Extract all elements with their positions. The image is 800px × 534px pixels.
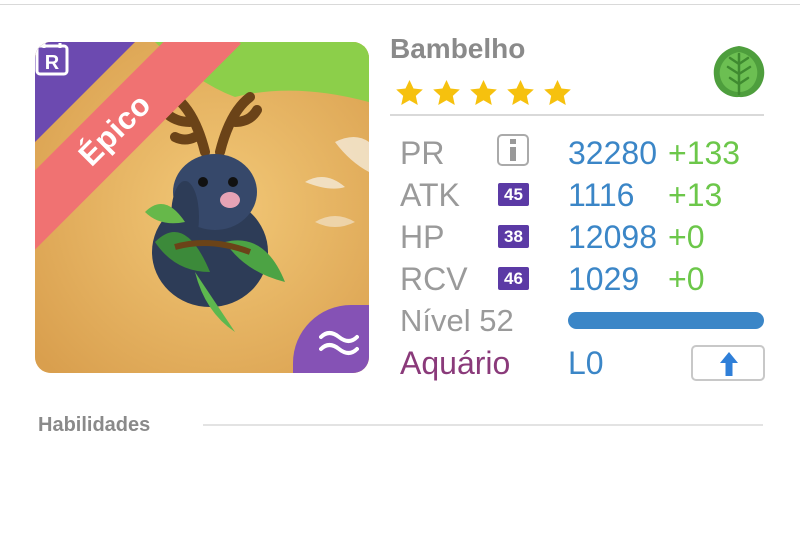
abilities-heading: Habilidades [38, 414, 151, 436]
top-divider [0, 4, 800, 5]
info-icon [510, 139, 516, 161]
rank-badge-icon: R [35, 43, 69, 76]
star-icon [507, 79, 534, 105]
star-icon [396, 79, 423, 105]
leaf-icon [713, 46, 765, 98]
stat-value-rcv: 1029 [568, 261, 640, 297]
hp-level-badge: 38 [498, 225, 529, 248]
atk-level-badge: 45 [498, 183, 529, 206]
level-progress-bar [568, 312, 764, 329]
stat-bonus-rcv: +0 [668, 261, 705, 297]
level-label: Nível 52 [400, 303, 514, 338]
star-icon [470, 79, 497, 105]
star-icon [433, 79, 460, 105]
stat-bonus-atk: +13 [668, 177, 723, 213]
info-button[interactable] [497, 134, 529, 166]
stat-label-atk: ATK [400, 177, 460, 213]
rank-letter: R [45, 52, 60, 74]
stat-bonus-pr: +133 [668, 135, 741, 171]
stat-label-pr: PR [400, 135, 445, 171]
stat-label-rcv: RCV [400, 261, 468, 297]
stat-value-atk: 1116 [568, 177, 635, 213]
habitat-level: L0 [568, 345, 604, 381]
star-rating [394, 78, 573, 109]
stat-value-hp: 12098 [568, 219, 657, 255]
header-divider [390, 114, 764, 116]
upgrade-button[interactable] [691, 345, 765, 381]
habitat-label: Aquário [400, 345, 511, 381]
arrow-up-icon [720, 352, 738, 376]
star-icon [544, 79, 571, 105]
stat-value-pr: 32280 [568, 135, 657, 171]
rcv-level-badge: 46 [498, 267, 529, 290]
creature-name: Bambelho [390, 33, 526, 64]
stat-label-hp: HP [400, 219, 445, 255]
stat-bonus-hp: +0 [668, 219, 705, 255]
creature-portrait[interactable]: Épico R [35, 42, 369, 373]
water-waves-icon [319, 331, 359, 355]
abilities-divider [203, 424, 763, 426]
